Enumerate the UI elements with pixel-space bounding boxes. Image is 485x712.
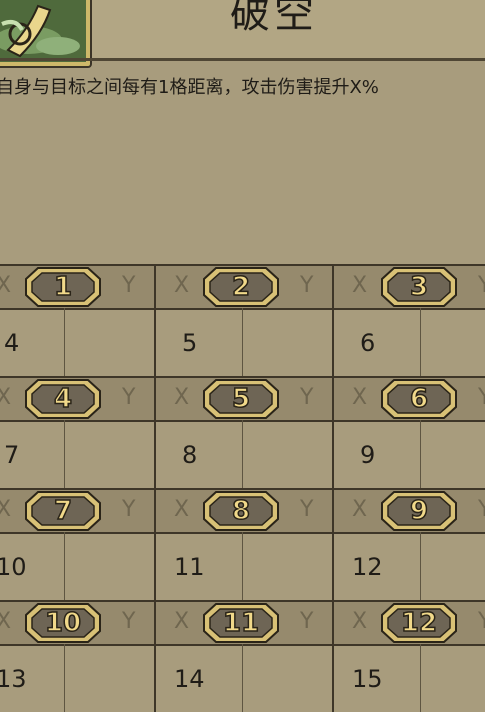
value-cell: 7 xyxy=(4,441,20,469)
y-label: Y xyxy=(300,385,314,410)
x-label: X xyxy=(0,497,12,522)
x-label: X xyxy=(0,609,12,634)
level-badge-number: 2 xyxy=(231,271,251,303)
value-cell: 12 xyxy=(352,553,383,581)
sub-column-divider xyxy=(64,532,65,600)
sub-column-divider xyxy=(420,532,421,600)
y-label: Y xyxy=(478,385,485,410)
y-label: Y xyxy=(122,385,136,410)
y-label: Y xyxy=(478,609,485,634)
y-label: Y xyxy=(478,497,485,522)
column-divider xyxy=(332,264,334,376)
level-badge[interactable]: 9 xyxy=(380,489,458,533)
level-badge-number: 4 xyxy=(53,383,73,415)
level-badge[interactable]: 12 xyxy=(380,601,458,645)
column-divider xyxy=(154,376,156,488)
y-label: Y xyxy=(300,497,314,522)
level-badge-number: 5 xyxy=(231,383,251,415)
sub-column-divider xyxy=(64,644,65,712)
x-label: X xyxy=(352,273,368,298)
sub-column-divider xyxy=(242,420,243,488)
y-label: Y xyxy=(122,497,136,522)
column-divider xyxy=(332,376,334,488)
x-label: X xyxy=(174,497,190,522)
value-cell: 4 xyxy=(4,329,20,357)
level-badge-number: 9 xyxy=(409,495,429,527)
value-cell: 6 xyxy=(360,329,376,357)
value-cell: 11 xyxy=(174,553,205,581)
level-badge[interactable]: 1 xyxy=(24,265,102,309)
skill-header: 破空 xyxy=(0,0,485,66)
level-badge[interactable]: 11 xyxy=(202,601,280,645)
level-badge[interactable]: 8 xyxy=(202,489,280,533)
sub-column-divider xyxy=(420,308,421,376)
column-divider xyxy=(332,488,334,600)
x-label: X xyxy=(352,497,368,522)
value-cell: 15 xyxy=(352,665,383,693)
x-label: X xyxy=(174,609,190,634)
value-cell: 9 xyxy=(360,441,376,469)
sub-column-divider xyxy=(242,308,243,376)
x-label: X xyxy=(0,273,12,298)
sub-column-divider xyxy=(420,644,421,712)
x-label: X xyxy=(352,609,368,634)
distance-bonus-table: X Y 1 4 X Y 2 5 X Y 3 6 X Y 4 7 X Y 5 8 X Y 6 9 X Y 7 10 X Y 8 11 X Y 9 12 X… xyxy=(0,264,485,712)
level-badge[interactable]: 10 xyxy=(24,601,102,645)
level-badge[interactable]: 5 xyxy=(202,377,280,421)
level-badge[interactable]: 4 xyxy=(24,377,102,421)
x-label: X xyxy=(174,273,190,298)
column-divider xyxy=(154,488,156,600)
sub-column-divider xyxy=(64,420,65,488)
value-cell: 5 xyxy=(182,329,198,357)
level-badge-number: 3 xyxy=(409,271,429,303)
level-badge[interactable]: 2 xyxy=(202,265,280,309)
level-badge-number: 12 xyxy=(400,607,438,639)
skill-title: 破空 xyxy=(230,0,318,37)
level-badge[interactable]: 6 xyxy=(380,377,458,421)
y-label: Y xyxy=(300,609,314,634)
level-badge-number: 10 xyxy=(44,607,82,639)
level-badge[interactable]: 3 xyxy=(380,265,458,309)
y-label: Y xyxy=(478,273,485,298)
x-label: X xyxy=(352,385,368,410)
x-label: X xyxy=(0,385,12,410)
column-divider xyxy=(332,600,334,712)
sub-column-divider xyxy=(242,644,243,712)
sub-column-divider xyxy=(420,420,421,488)
column-divider xyxy=(154,264,156,376)
value-cell: 13 xyxy=(0,665,27,693)
level-badge-number: 6 xyxy=(409,383,429,415)
column-divider xyxy=(154,600,156,712)
level-badge-number: 8 xyxy=(231,495,251,527)
value-cell: 8 xyxy=(182,441,198,469)
value-cell: 14 xyxy=(174,665,205,693)
level-badge-number: 7 xyxy=(53,495,73,527)
sub-column-divider xyxy=(64,308,65,376)
skill-description: 自身与目标之间每有1格距离，攻击伤害提升X% xyxy=(0,77,379,98)
header-divider xyxy=(0,58,485,61)
y-label: Y xyxy=(300,273,314,298)
level-badge-number: 11 xyxy=(222,607,260,639)
sub-column-divider xyxy=(242,532,243,600)
x-label: X xyxy=(174,385,190,410)
level-badge-number: 1 xyxy=(53,271,73,303)
y-label: Y xyxy=(122,609,136,634)
value-cell: 10 xyxy=(0,553,27,581)
level-badge[interactable]: 7 xyxy=(24,489,102,533)
y-label: Y xyxy=(122,273,136,298)
skill-emblem-icon[interactable] xyxy=(0,0,90,66)
